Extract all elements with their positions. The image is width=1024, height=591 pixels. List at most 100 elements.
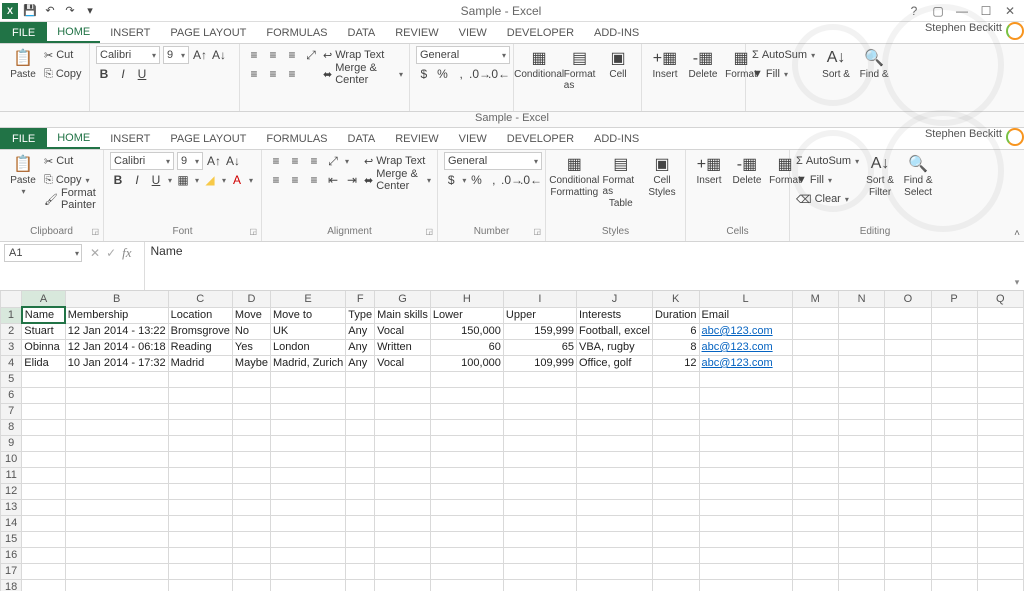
cell[interactable]: Written	[375, 339, 431, 355]
ribbon-options-icon[interactable]: ▢	[928, 3, 948, 19]
cell[interactable]	[931, 515, 977, 531]
cell[interactable]	[885, 467, 931, 483]
cell[interactable]	[838, 547, 884, 563]
cell[interactable]	[977, 579, 1023, 591]
cell[interactable]	[931, 387, 977, 403]
cell[interactable]	[270, 563, 345, 579]
cell[interactable]	[270, 403, 345, 419]
cell[interactable]	[430, 483, 503, 499]
cell[interactable]: Move to	[270, 307, 345, 323]
number-launcher-icon[interactable]: ◲	[533, 225, 541, 239]
cell[interactable]	[22, 499, 65, 515]
align-center-icon[interactable]: ≡	[265, 66, 281, 82]
user-name[interactable]: Stephen Beckitt	[925, 22, 1002, 43]
cell[interactable]: No	[232, 323, 270, 339]
cell[interactable]	[232, 579, 270, 591]
format-as-table-button[interactable]: ▤Format asTable	[601, 152, 641, 211]
fill-color-icon[interactable]: ◢	[202, 172, 218, 188]
row-header[interactable]: 1	[1, 307, 22, 323]
cell[interactable]	[65, 419, 168, 435]
cell[interactable]	[652, 419, 699, 435]
clear-button[interactable]: ⌫Clear▾	[796, 190, 859, 208]
cell[interactable]	[792, 451, 838, 467]
cell[interactable]	[346, 451, 375, 467]
cell[interactable]	[430, 547, 503, 563]
col-header[interactable]: C	[168, 291, 232, 307]
col-header[interactable]: Q	[977, 291, 1023, 307]
cell[interactable]	[577, 515, 653, 531]
cell[interactable]: Madrid, Zurich	[270, 355, 345, 371]
increase-decimal-icon[interactable]: .0→	[472, 66, 488, 82]
cell[interactable]: Yes	[232, 339, 270, 355]
cell[interactable]	[375, 419, 431, 435]
cell[interactable]	[270, 499, 345, 515]
cell[interactable]	[22, 419, 65, 435]
font-name-combo[interactable]: Calibri▾	[110, 152, 174, 170]
cell[interactable]	[375, 435, 431, 451]
cell[interactable]	[430, 387, 503, 403]
accounting-icon[interactable]: $	[416, 66, 432, 82]
orientation-icon[interactable]: ⤢	[325, 153, 341, 169]
row-header[interactable]: 10	[1, 451, 22, 467]
cell[interactable]: 12	[652, 355, 699, 371]
cell[interactable]	[65, 579, 168, 591]
cell[interactable]	[270, 451, 345, 467]
cell[interactable]	[577, 499, 653, 515]
cancel-formula-icon[interactable]: ✕	[90, 246, 100, 260]
tab-addins[interactable]: ADD-INS	[584, 22, 649, 43]
cell[interactable]	[22, 563, 65, 579]
cell[interactable]	[346, 371, 375, 387]
cell[interactable]	[577, 563, 653, 579]
font-size-combo[interactable]: 9▾	[163, 46, 189, 64]
cell[interactable]	[977, 323, 1023, 339]
cell[interactable]	[168, 403, 232, 419]
row-header[interactable]: 14	[1, 515, 22, 531]
cell[interactable]	[977, 563, 1023, 579]
cell[interactable]: UK	[270, 323, 345, 339]
cell[interactable]	[699, 403, 792, 419]
cell[interactable]	[977, 355, 1023, 371]
copy-button[interactable]: ⎘Copy	[44, 65, 82, 83]
cell[interactable]	[270, 387, 345, 403]
cell[interactable]	[885, 547, 931, 563]
cell[interactable]	[270, 531, 345, 547]
cell[interactable]	[232, 499, 270, 515]
cell[interactable]: Interests	[577, 307, 653, 323]
cell[interactable]: Obinna	[22, 339, 65, 355]
align-center-icon[interactable]: ≡	[287, 172, 303, 188]
cell[interactable]: 65	[503, 339, 576, 355]
cell[interactable]	[885, 387, 931, 403]
col-header[interactable]: E	[270, 291, 345, 307]
cell[interactable]: abc@123.com	[699, 323, 792, 339]
cell[interactable]: Any	[346, 355, 375, 371]
cell[interactable]	[699, 467, 792, 483]
cell[interactable]	[792, 515, 838, 531]
font-launcher-icon[interactable]: ◲	[249, 225, 257, 239]
cell[interactable]	[430, 435, 503, 451]
cell[interactable]	[885, 339, 931, 355]
tab-review[interactable]: REVIEW	[385, 22, 448, 43]
cell-styles-button[interactable]: ▣Cell	[601, 46, 635, 82]
tab-insert[interactable]: INSERT	[100, 128, 160, 149]
row-header[interactable]: 17	[1, 563, 22, 579]
cell[interactable]: Any	[346, 339, 375, 355]
cell[interactable]	[792, 579, 838, 591]
cell[interactable]	[577, 371, 653, 387]
col-header[interactable]: G	[375, 291, 431, 307]
cell[interactable]	[232, 531, 270, 547]
cell[interactable]: Main skills	[375, 307, 431, 323]
col-header[interactable]: M	[792, 291, 838, 307]
cell[interactable]: Vocal	[375, 323, 431, 339]
cell[interactable]	[885, 307, 931, 323]
cell[interactable]	[838, 531, 884, 547]
cell[interactable]	[65, 387, 168, 403]
align-left-icon[interactable]: ≡	[268, 172, 284, 188]
col-header[interactable]: J	[577, 291, 653, 307]
find-select-button[interactable]: 🔍Find &Select	[901, 152, 935, 200]
close-icon[interactable]: ✕	[1000, 3, 1020, 19]
cell[interactable]	[792, 435, 838, 451]
cell[interactable]	[652, 531, 699, 547]
cell[interactable]	[977, 451, 1023, 467]
cell[interactable]	[931, 371, 977, 387]
autosum-button[interactable]: ΣAutoSum▾	[796, 152, 859, 170]
